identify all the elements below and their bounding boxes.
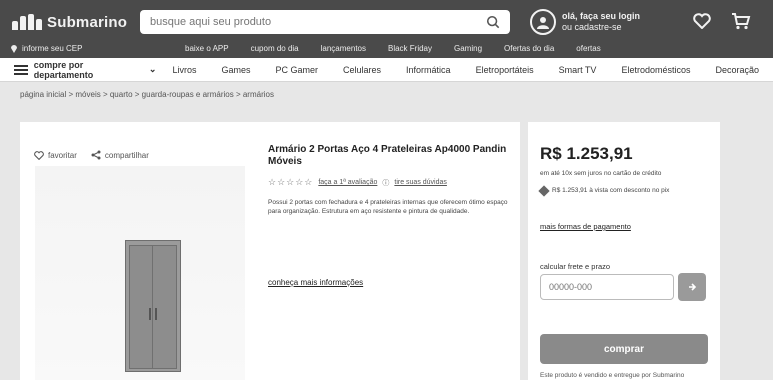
product-actions: favoritar compartilhar (34, 150, 149, 160)
sub-header: informe seu CEP baixe o APP cupom do dia… (0, 38, 773, 58)
top-links: baixe o APP cupom do dia lançamentos Bla… (185, 44, 601, 53)
menu-icon (14, 64, 28, 75)
product-image[interactable] (35, 166, 245, 380)
category-bar: compre por departamento ⌄ Livros Games P… (0, 58, 773, 82)
top-link-offers[interactable]: ofertas (576, 44, 600, 53)
search-bar (140, 10, 510, 34)
location-pin-icon (11, 45, 17, 53)
account-text: olá, faça seu login ou cadastre-se (562, 11, 640, 33)
category-item[interactable]: Livros (172, 65, 196, 75)
cart-icon[interactable] (731, 12, 751, 30)
search-icon[interactable] (486, 15, 500, 29)
product-price: R$ 1.253,91 (540, 144, 633, 163)
cep-label: informe seu CEP (22, 43, 83, 53)
pix-icon (538, 185, 550, 197)
favorite-button[interactable]: favoritar (34, 150, 77, 160)
buy-button[interactable]: comprar (540, 334, 708, 364)
top-link-black-friday[interactable]: Black Friday (388, 44, 432, 53)
category-item[interactable]: Celulares (343, 65, 381, 75)
category-links: Livros Games PC Gamer Celulares Informát… (172, 65, 759, 75)
qa-link[interactable]: tire suas dúvidas (394, 179, 447, 186)
breadcrumb-item[interactable]: armários (243, 90, 274, 99)
product-panel: favoritar compartilhar Armário 2 Portas … (20, 122, 520, 380)
pix-info: R$ 1.253,91 à vista com desconto no pix (538, 185, 710, 197)
heart-outline-icon (34, 150, 44, 160)
brand-logo[interactable]: Submarino (12, 12, 127, 32)
cep-selector[interactable]: informe seu CEP (10, 43, 175, 53)
shipping-label: calcular frete e prazo (540, 262, 611, 271)
payment-options-link[interactable]: mais formas de pagamento (540, 222, 631, 231)
header-icons (693, 12, 751, 30)
top-link-gaming[interactable]: Gaming (454, 44, 482, 53)
installment-text: em até 10x sem juros no cartão de crédit… (540, 170, 662, 177)
calculate-shipping-button[interactable] (678, 273, 706, 301)
category-item[interactable]: Informática (406, 65, 451, 75)
breadcrumb-item[interactable]: móveis (75, 90, 100, 99)
share-icon (91, 150, 101, 160)
department-label: compre por departamento (33, 59, 94, 80)
pix-text: R$ 1.253,91 à vista com desconto no pix (552, 187, 670, 194)
department-menu[interactable]: compre por departamento ⌄ (14, 60, 156, 80)
seller-info: Este produto é vendido e entregue por Su… (540, 372, 685, 379)
chevron-down-icon: ⌄ (148, 64, 157, 74)
breadcrumb-item[interactable]: guarda-roupas e armários (142, 90, 234, 99)
site-header: Submarino olá, faça seu login ou cadastr… (0, 0, 773, 58)
top-link-launches[interactable]: lançamentos (321, 44, 366, 53)
category-item[interactable]: Games (221, 65, 250, 75)
top-link-coupon[interactable]: cupom do dia (251, 44, 299, 53)
account-menu[interactable]: olá, faça seu login ou cadastre-se (530, 9, 640, 35)
share-label: compartilhar (104, 150, 149, 160)
breadcrumb: página inicial > móveis > quarto > guard… (20, 90, 274, 99)
category-item[interactable]: Smart TV (559, 65, 597, 75)
category-item[interactable]: PC Gamer (275, 65, 318, 75)
category-item[interactable]: Eletroportáteis (476, 65, 534, 75)
more-info-link[interactable]: conheça mais informações (268, 278, 363, 287)
heart-icon[interactable] (693, 13, 711, 29)
brand-name: Submarino (47, 13, 128, 31)
category-item[interactable]: Decoração (715, 65, 759, 75)
wardrobe-illustration (125, 240, 181, 372)
account-greeting: olá, faça seu login (562, 11, 641, 21)
product-title: Armário 2 Portas Aço 4 Prateleiras Ap400… (268, 144, 507, 167)
buy-box: R$ 1.253,91 em até 10x sem juros no cart… (528, 122, 720, 380)
question-icon: ⓘ (382, 179, 390, 187)
brand-mark-icon (12, 14, 42, 30)
product-description: Possui 2 portas com fechadura e 4 pratel… (268, 199, 508, 215)
arrow-right-icon (689, 283, 697, 291)
top-link-app[interactable]: baixe o APP (185, 44, 229, 53)
rating-link[interactable]: faça a 1ª avaliação (318, 179, 377, 186)
account-signup: ou cadastre-se (562, 22, 622, 32)
rating-stars: ☆☆☆☆☆ (268, 177, 314, 187)
cep-input[interactable] (540, 274, 674, 300)
search-input[interactable] (150, 16, 486, 28)
user-icon (530, 9, 556, 35)
breadcrumb-item[interactable]: página inicial (20, 90, 66, 99)
category-item[interactable]: Eletrodomésticos (621, 65, 690, 75)
breadcrumb-item[interactable]: quarto (110, 90, 133, 99)
favorite-label: favoritar (48, 150, 77, 160)
top-link-daily-deals[interactable]: Ofertas do dia (504, 44, 554, 53)
share-button[interactable]: compartilhar (91, 150, 149, 160)
product-rating: ☆☆☆☆☆ faça a 1ª avaliação ⓘ tire suas dú… (268, 177, 447, 188)
